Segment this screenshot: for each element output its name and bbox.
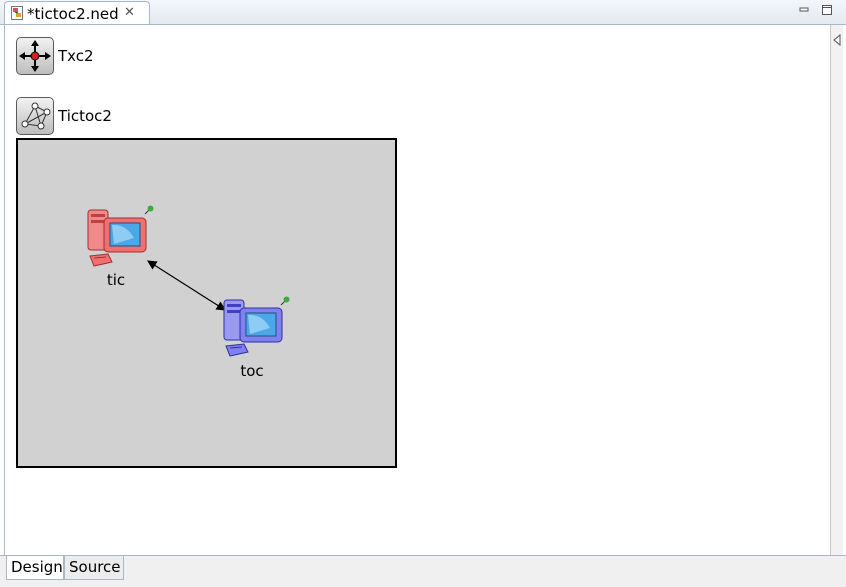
type-label-tictoc2[interactable]: Tictoc2 bbox=[58, 107, 112, 125]
ned-file-icon bbox=[11, 6, 23, 20]
simple-module-icon[interactable] bbox=[16, 37, 54, 75]
computer-red-icon[interactable] bbox=[86, 208, 150, 272]
compound-module-icon[interactable] bbox=[16, 97, 54, 135]
page-tab-bar: Design Source bbox=[0, 555, 846, 587]
pin-icon bbox=[144, 205, 154, 215]
node-label-tic[interactable]: tic bbox=[86, 271, 146, 289]
editor-tab-strip: *tictoc2.ned ✕ bbox=[0, 0, 846, 25]
node-label-toc[interactable]: toc bbox=[222, 362, 282, 380]
minimize-icon[interactable] bbox=[797, 3, 811, 17]
close-icon[interactable]: ✕ bbox=[124, 5, 135, 20]
computer-blue-icon[interactable] bbox=[222, 298, 286, 362]
type-label-txc2[interactable]: Txc2 bbox=[58, 47, 94, 65]
tab-design[interactable]: Design bbox=[6, 556, 64, 580]
chevron-left-icon[interactable] bbox=[832, 33, 842, 47]
vertical-scrollbar[interactable] bbox=[830, 25, 843, 555]
maximize-icon[interactable] bbox=[820, 3, 834, 17]
editor-tab[interactable]: *tictoc2.ned ✕ bbox=[4, 1, 150, 24]
tab-source[interactable]: Source bbox=[64, 556, 124, 580]
pin-icon bbox=[280, 296, 290, 306]
editor-tab-title: *tictoc2.ned bbox=[27, 5, 119, 23]
network-compound-module[interactable] bbox=[16, 138, 397, 468]
network-graph-icon bbox=[21, 102, 51, 130]
move-arrows-icon bbox=[19, 40, 51, 72]
